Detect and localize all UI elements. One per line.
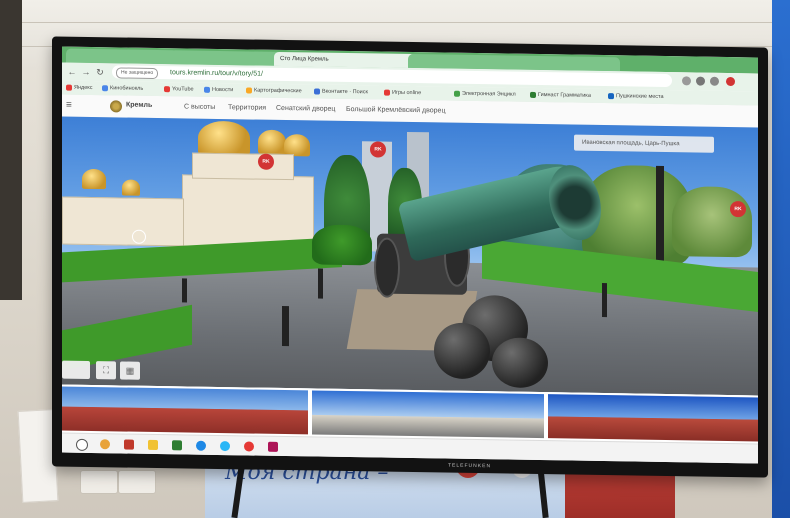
wall-outlet (118, 470, 156, 494)
app-icon[interactable] (172, 440, 182, 451)
cathedral-building (182, 174, 314, 249)
cannonball (492, 337, 548, 389)
browser-menu-icon[interactable] (726, 76, 735, 87)
kremlin-emblem-icon[interactable] (110, 100, 122, 113)
cathedral-drum (192, 152, 294, 181)
bookmark-label: Электронная Энцикл (462, 90, 516, 98)
bookmark-label: Картографические (254, 87, 302, 95)
cathedral-building (62, 196, 184, 247)
profile-icon[interactable] (710, 76, 719, 86)
bookmark-item[interactable]: Электронная Энцикл (454, 89, 516, 100)
bookmark-label: Вконтакте · Поиск (322, 88, 368, 96)
bookmark-item[interactable]: Яндекс (66, 83, 93, 93)
cathedral-dome (284, 134, 310, 157)
bookmark-favicon (384, 89, 390, 96)
bookmark-favicon (608, 92, 614, 99)
panorama-thumbnail[interactable] (548, 394, 758, 442)
bookmark-favicon (102, 84, 108, 91)
bookmark-favicon (530, 91, 536, 98)
bookmark-label: Яндекс (74, 84, 93, 92)
bookmark-favicon (164, 85, 170, 92)
bookmark-label: YouTube (172, 86, 194, 93)
hotspot-badge[interactable]: RK (730, 201, 746, 218)
bookmark-favicon (454, 90, 460, 97)
cannon-wheel (374, 237, 400, 298)
bookmark-favicon (66, 84, 72, 91)
bookmark-label: Игры online (392, 89, 422, 97)
extensions-icon[interactable] (682, 76, 691, 86)
barrier-post (182, 278, 187, 303)
bookmark-label: Пушкинские места (616, 93, 664, 100)
hotspot-badge[interactable]: RK (370, 141, 386, 158)
bookmark-item[interactable]: Картографические (246, 85, 302, 96)
bookmark-favicon (246, 86, 252, 94)
forward-arrow-icon[interactable]: → (80, 66, 92, 78)
hedge (312, 224, 372, 266)
bookmark-item[interactable]: Вконтакте · Поиск (314, 86, 368, 97)
panorama-view[interactable]: RK RK RK Ивановская площадь, Царь-Пушка … (62, 116, 758, 396)
place-search-field[interactable]: Ивановская площадь, Царь-Пушка (574, 134, 714, 153)
security-chip[interactable]: Не защищено (116, 67, 159, 80)
tree (672, 186, 752, 258)
wall-blue-poster (772, 0, 790, 518)
wall-dark-panel (0, 0, 22, 300)
reload-icon[interactable]: ↻ (94, 66, 106, 78)
bookmark-item[interactable]: Пушкинские места (608, 91, 664, 102)
fullscreen-icon[interactable]: ⛶ (96, 361, 116, 380)
bookmark-item[interactable]: Игры online (384, 88, 421, 99)
bookmark-item[interactable]: Гимнаст Грамматика (530, 90, 591, 101)
map-icon[interactable]: ▦ (120, 361, 140, 380)
bookmark-label: Новости (212, 86, 234, 94)
panorama-control[interactable] (62, 360, 90, 379)
hotspot-badge[interactable]: RK (258, 153, 274, 170)
bookmark-label: Кинобинокль (110, 85, 144, 92)
tv-screen: Сто Лица Кремль ← → ↻ Не защищено tours.… (62, 46, 758, 464)
app-icon[interactable] (244, 441, 254, 452)
tv-brand-label: TELEFUNKEN (448, 462, 492, 470)
app-icon[interactable] (196, 440, 206, 451)
url-text: tours.kremlin.ru/tour/v/tory/51/ (170, 69, 263, 78)
nav-item-from-above[interactable]: С высоты (184, 103, 215, 110)
nav-item-senate-palace[interactable]: Сенатский дворец (276, 105, 335, 113)
cathedral-dome (122, 179, 140, 196)
cathedral-dome (198, 120, 250, 156)
bookmark-item[interactable]: Новости (204, 85, 233, 95)
folder-icon[interactable] (148, 439, 158, 451)
nav-item-grand-palace[interactable]: Большой Кремлёвский дворец (346, 106, 445, 115)
app-icon[interactable] (268, 441, 278, 452)
rotation-indicator-icon[interactable] (132, 229, 146, 244)
bookmark-item[interactable]: Кинобинокль (102, 83, 143, 94)
app-icon[interactable] (124, 439, 134, 450)
cathedral-dome (82, 168, 106, 190)
barrier-post (282, 305, 289, 347)
barrier-post (318, 268, 323, 299)
bookmark-favicon (204, 86, 210, 93)
wall-outlet (80, 470, 118, 494)
nav-item-territory[interactable]: Территория (228, 104, 266, 112)
ceiling-tile-line (0, 22, 790, 23)
bookmark-favicon (314, 88, 320, 95)
site-name[interactable]: Кремль (126, 102, 152, 109)
back-arrow-icon[interactable]: ← (66, 66, 78, 78)
browser-icon[interactable] (100, 439, 110, 450)
search-icon[interactable] (76, 438, 88, 451)
cannonball (434, 322, 490, 380)
download-icon[interactable] (696, 76, 705, 86)
cathedral-dome (258, 129, 286, 155)
bookmark-label: Гимнаст Грамматика (538, 92, 591, 99)
telegram-icon[interactable] (220, 441, 230, 452)
barrier-post (602, 283, 607, 318)
tv-frame: TELEFUNKEN Сто Лица Кремль ← → ↻ Не защи… (52, 36, 768, 478)
menu-icon[interactable]: ≡ (66, 100, 72, 111)
panorama-thumbnail[interactable] (312, 390, 544, 439)
panorama-thumbnail[interactable] (62, 386, 308, 435)
bookmark-item[interactable]: YouTube (164, 84, 194, 94)
